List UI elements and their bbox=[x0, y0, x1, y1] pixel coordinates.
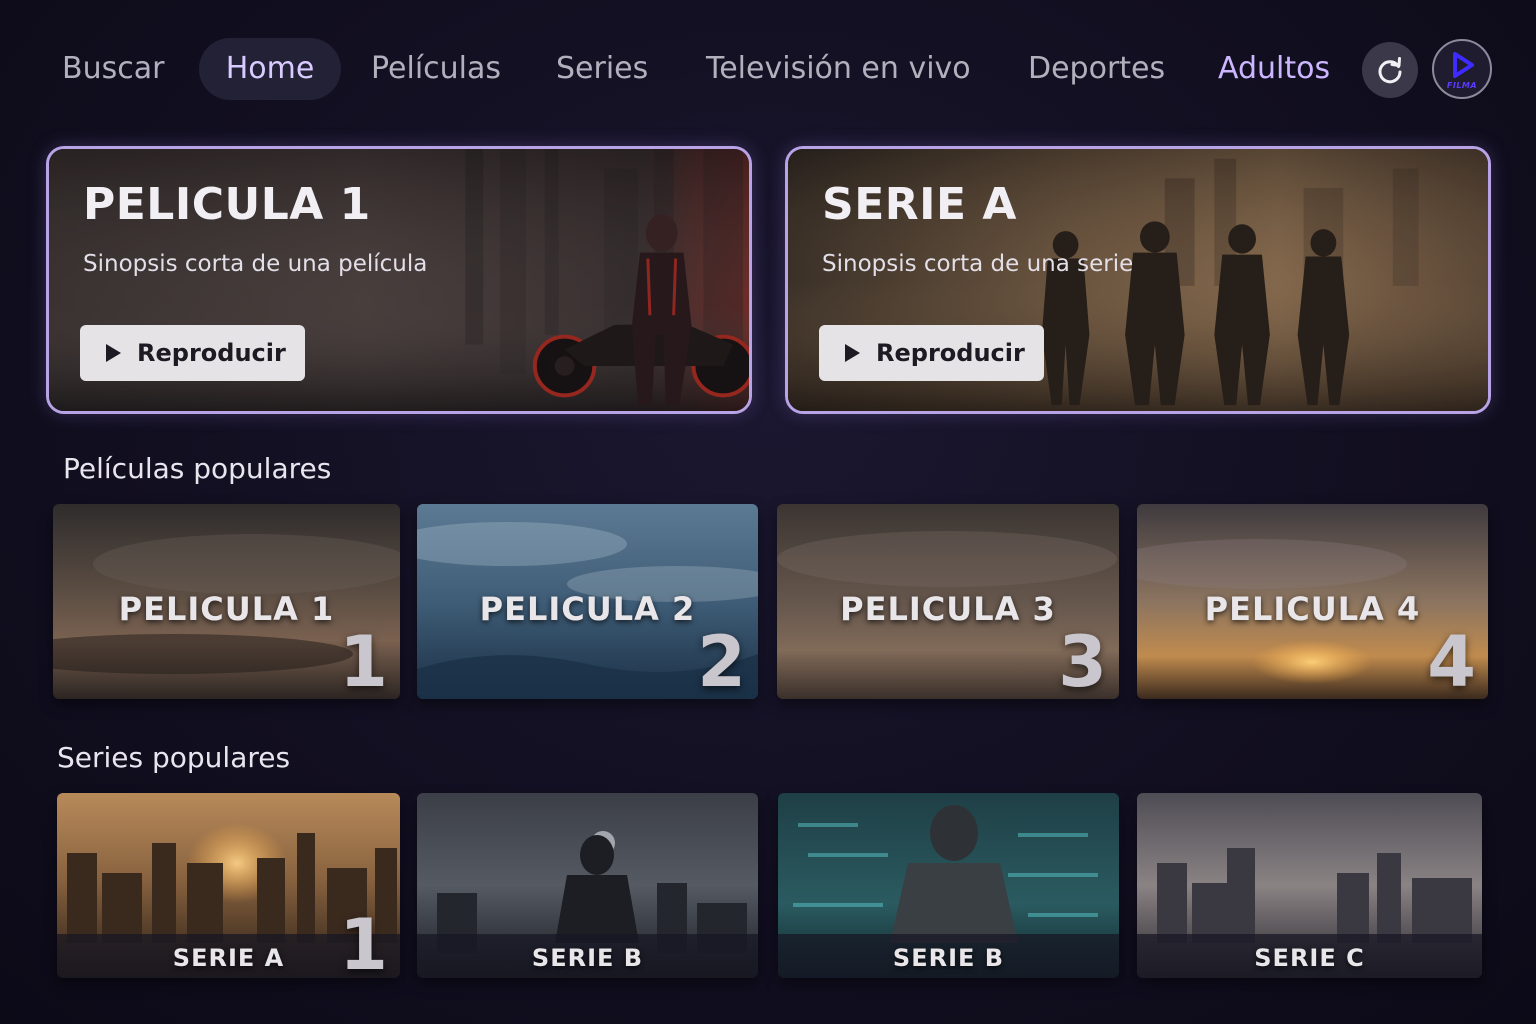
hero-card-serie-a[interactable]: SERIE A Sinopsis corta de una serie Repr… bbox=[785, 146, 1491, 414]
movie-tile[interactable]: PELICULA 3 3 bbox=[777, 504, 1119, 699]
nav-home[interactable]: Home bbox=[199, 38, 341, 100]
movie-tile[interactable]: PELICULA 4 4 bbox=[1137, 504, 1488, 699]
movie-tile[interactable]: PELICULA 2 2 bbox=[417, 504, 758, 699]
top-navigation: Buscar Home Películas Series Televisión … bbox=[40, 38, 1496, 102]
play-icon bbox=[106, 344, 121, 362]
nav-deportes[interactable]: Deportes bbox=[1028, 38, 1165, 100]
hero-synopsis: Sinopsis corta de una película bbox=[83, 251, 428, 277]
hero-title: PELICULA 1 bbox=[83, 179, 371, 230]
nav-television-en-vivo[interactable]: Televisión en vivo bbox=[706, 38, 971, 100]
nav-adultos[interactable]: Adultos bbox=[1218, 38, 1330, 100]
popular-series-heading: Series populares bbox=[57, 741, 291, 774]
play-icon bbox=[845, 344, 860, 362]
hero-card-pelicula-1[interactable]: PELICULA 1 Sinopsis corta de una películ… bbox=[46, 146, 752, 414]
rank-number: 1 bbox=[339, 904, 388, 978]
series-tile[interactable]: SERIE B bbox=[778, 793, 1119, 978]
rank-number: 4 bbox=[1427, 621, 1476, 699]
series-tile[interactable]: SERIE C bbox=[1137, 793, 1482, 978]
nav-buscar[interactable]: Buscar bbox=[62, 38, 164, 100]
movie-tile[interactable]: PELICULA 1 1 bbox=[53, 504, 400, 699]
series-tile[interactable]: SERIE B bbox=[417, 793, 758, 978]
profile-button[interactable]: FILMA bbox=[1432, 39, 1492, 99]
series-title: SERIE B bbox=[892, 944, 1005, 972]
series-title: SERIE C bbox=[1254, 944, 1365, 972]
hero-synopsis: Sinopsis corta de una serie bbox=[822, 251, 1134, 277]
rank-number: 1 bbox=[339, 621, 388, 699]
hero-title: SERIE A bbox=[822, 179, 1017, 230]
play-button[interactable]: Reproducir bbox=[80, 325, 305, 381]
profile-caption: FILMA bbox=[1446, 81, 1478, 90]
refresh-button[interactable] bbox=[1362, 42, 1418, 98]
nav-peliculas[interactable]: Películas bbox=[371, 38, 501, 100]
series-tile[interactable]: SERIE A 1 bbox=[57, 793, 400, 978]
popular-movies-heading: Películas populares bbox=[63, 452, 332, 485]
refresh-icon bbox=[1378, 57, 1402, 84]
series-title: SERIE B bbox=[531, 944, 644, 972]
nav-series[interactable]: Series bbox=[556, 38, 648, 100]
rank-number: 3 bbox=[1058, 621, 1107, 699]
play-button-label: Reproducir bbox=[137, 339, 286, 367]
rank-number: 2 bbox=[697, 621, 746, 699]
play-button-label: Reproducir bbox=[876, 339, 1025, 367]
streaming-home-screen: Buscar Home Películas Series Televisión … bbox=[0, 0, 1536, 1024]
play-button[interactable]: Reproducir bbox=[819, 325, 1044, 381]
